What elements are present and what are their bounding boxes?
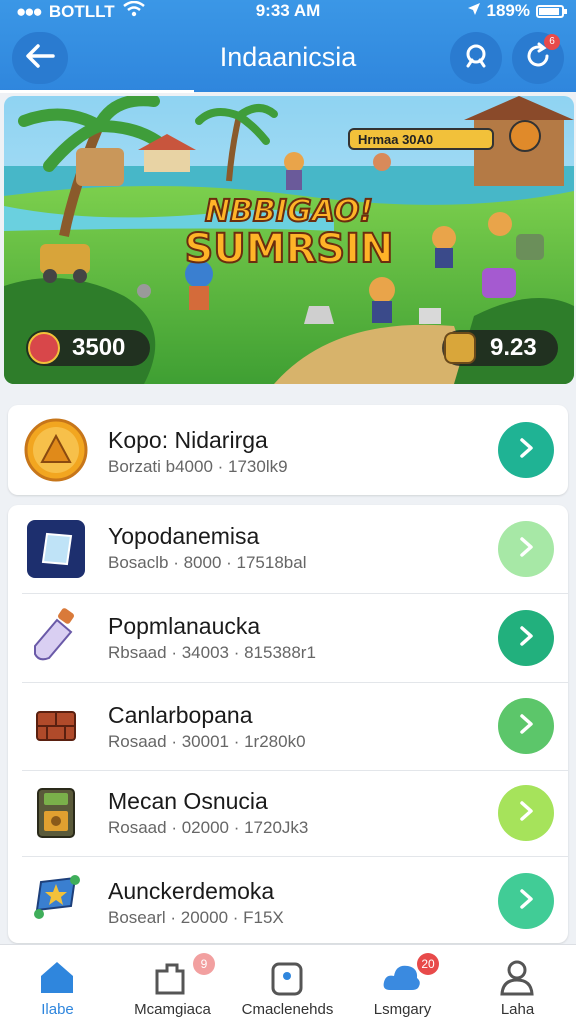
energy-counter-value: 3500 xyxy=(72,334,126,361)
list-item-title: Canlarbopana xyxy=(108,702,253,728)
list-item[interactable]: Canlarbopana Rosaad · 30001 · 1r280k0 xyxy=(8,682,568,770)
list-item-subtitle: Bosaclb · 8000 · 17518bal xyxy=(108,553,307,572)
featured-open-button[interactable] xyxy=(498,422,554,478)
list-item-open-button[interactable] xyxy=(498,873,554,929)
game-banner[interactable]: Hrmaa 30A0 NBBIGAO! SUMRSIN 3500 9.23 xyxy=(4,96,574,384)
puzzle-icon xyxy=(152,957,192,997)
energy-bolt-icon xyxy=(28,332,60,364)
list-item-subtitle: Bosearl · 20000 · F15X xyxy=(108,908,284,927)
featured-item-subtitle: Borzati b4000 · 1730lk9 xyxy=(108,457,288,476)
nav-label: Cmaclenehds xyxy=(241,1001,334,1018)
nav-item-profile[interactable]: Laha xyxy=(460,945,575,1024)
item-list: Yopodanemisa Bosaclb · 8000 · 17518bal P… xyxy=(8,505,568,943)
bottom-nav: Ilabe 9 Mcamgiaca Cmaclenehds 20 Lsmgary… xyxy=(0,944,576,1024)
chevron-right-icon xyxy=(515,536,537,563)
refresh-button[interactable]: 6 xyxy=(512,32,564,84)
list-item-open-button[interactable] xyxy=(498,785,554,841)
banner-headline: NBBIGAO! xyxy=(204,193,374,230)
battery-percent: 189% xyxy=(486,1,530,20)
cloud-icon xyxy=(382,957,422,997)
chevron-right-icon xyxy=(515,713,537,740)
list-item-open-button[interactable] xyxy=(498,521,554,577)
profile-icon xyxy=(497,957,537,997)
pyramid-coin-icon xyxy=(24,418,88,482)
nav-label: Lsmgary xyxy=(373,1001,432,1018)
list-item-subtitle: Rbsaad · 34003 · 815388r1 xyxy=(108,643,316,662)
search-button[interactable] xyxy=(450,32,502,84)
list-item-subtitle: Rosaad · 30001 · 1r280k0 xyxy=(108,732,306,751)
chevron-right-icon xyxy=(515,800,537,827)
crate-counter: 9.23 xyxy=(442,330,558,366)
nav-item-home[interactable]: Ilabe xyxy=(0,945,115,1024)
nav-label: Laha xyxy=(500,1001,535,1018)
list-item-title: Yopodanemisa xyxy=(108,523,260,549)
header-tab-indicator xyxy=(0,90,194,93)
backpack-icon xyxy=(267,957,307,997)
list-item-title: Mecan Osnucia xyxy=(108,788,268,814)
list-item[interactable]: Aunckerdemoka Bosearl · 20000 · F15X xyxy=(8,856,568,943)
list-item-title: Aunckerdemoka xyxy=(108,878,275,904)
list-item[interactable]: Popmlanaucka Rbsaad · 34003 · 815388r1 xyxy=(8,593,568,682)
nav-item-puzzle[interactable]: 9 Mcamgiaca xyxy=(115,945,230,1024)
list-item-subtitle: Rosaad · 02000 · 1720Jk3 xyxy=(108,818,309,837)
hud-coin-icon xyxy=(509,120,541,152)
banner-progress-hud: Hrmaa 30A0 xyxy=(348,128,494,150)
list-item-open-button[interactable] xyxy=(498,698,554,754)
chevron-right-icon xyxy=(515,625,537,652)
brick-crate-icon xyxy=(24,694,88,758)
banner-subheadline: SUMRSIN xyxy=(183,225,394,273)
crystal-tile-icon xyxy=(24,517,88,581)
app-header: ●●● BOTLLT 9:33 AM 189% Indaanicsia 6 xyxy=(0,0,576,93)
energy-counter: 3500 xyxy=(26,330,150,366)
list-item-title: Popmlanaucka xyxy=(108,613,261,639)
potion-bottle-icon xyxy=(24,605,88,669)
nav-item-inventory[interactable]: Cmaclenehds xyxy=(230,945,345,1024)
list-item[interactable]: Mecan Osnucia Rosaad · 02000 · 1720Jk3 xyxy=(8,770,568,856)
battery-icon xyxy=(536,4,567,18)
notification-badge: 6 xyxy=(544,34,560,50)
nav-label: Mcamgiaca xyxy=(134,1001,211,1018)
nav-label: Ilabe xyxy=(41,1001,74,1018)
chevron-right-icon xyxy=(515,888,537,915)
chevron-right-icon xyxy=(515,437,537,464)
featured-item-title: Kopo: Nidarirga xyxy=(108,427,268,453)
featured-item-card[interactable]: Kopo: Nidarirga Borzati b4000 · 1730lk9 xyxy=(8,405,568,495)
list-item[interactable]: Yopodanemisa Bosaclb · 8000 · 17518bal xyxy=(8,505,568,593)
search-icon xyxy=(461,41,491,76)
crate-icon xyxy=(444,332,476,364)
star-gem-icon xyxy=(24,867,88,931)
status-bar: ●●● BOTLLT 9:33 AM 189% xyxy=(0,0,576,24)
nav-badge: 20 xyxy=(417,953,439,975)
list-item-open-button[interactable] xyxy=(498,610,554,666)
home-icon xyxy=(37,957,77,997)
nav-item-cloud[interactable]: 20 Lsmgary xyxy=(345,945,460,1024)
nav-badge: 9 xyxy=(193,953,215,975)
crate-counter-value: 9.23 xyxy=(490,334,537,361)
cog-cabinet-icon xyxy=(24,781,88,845)
location-icon xyxy=(467,1,481,21)
